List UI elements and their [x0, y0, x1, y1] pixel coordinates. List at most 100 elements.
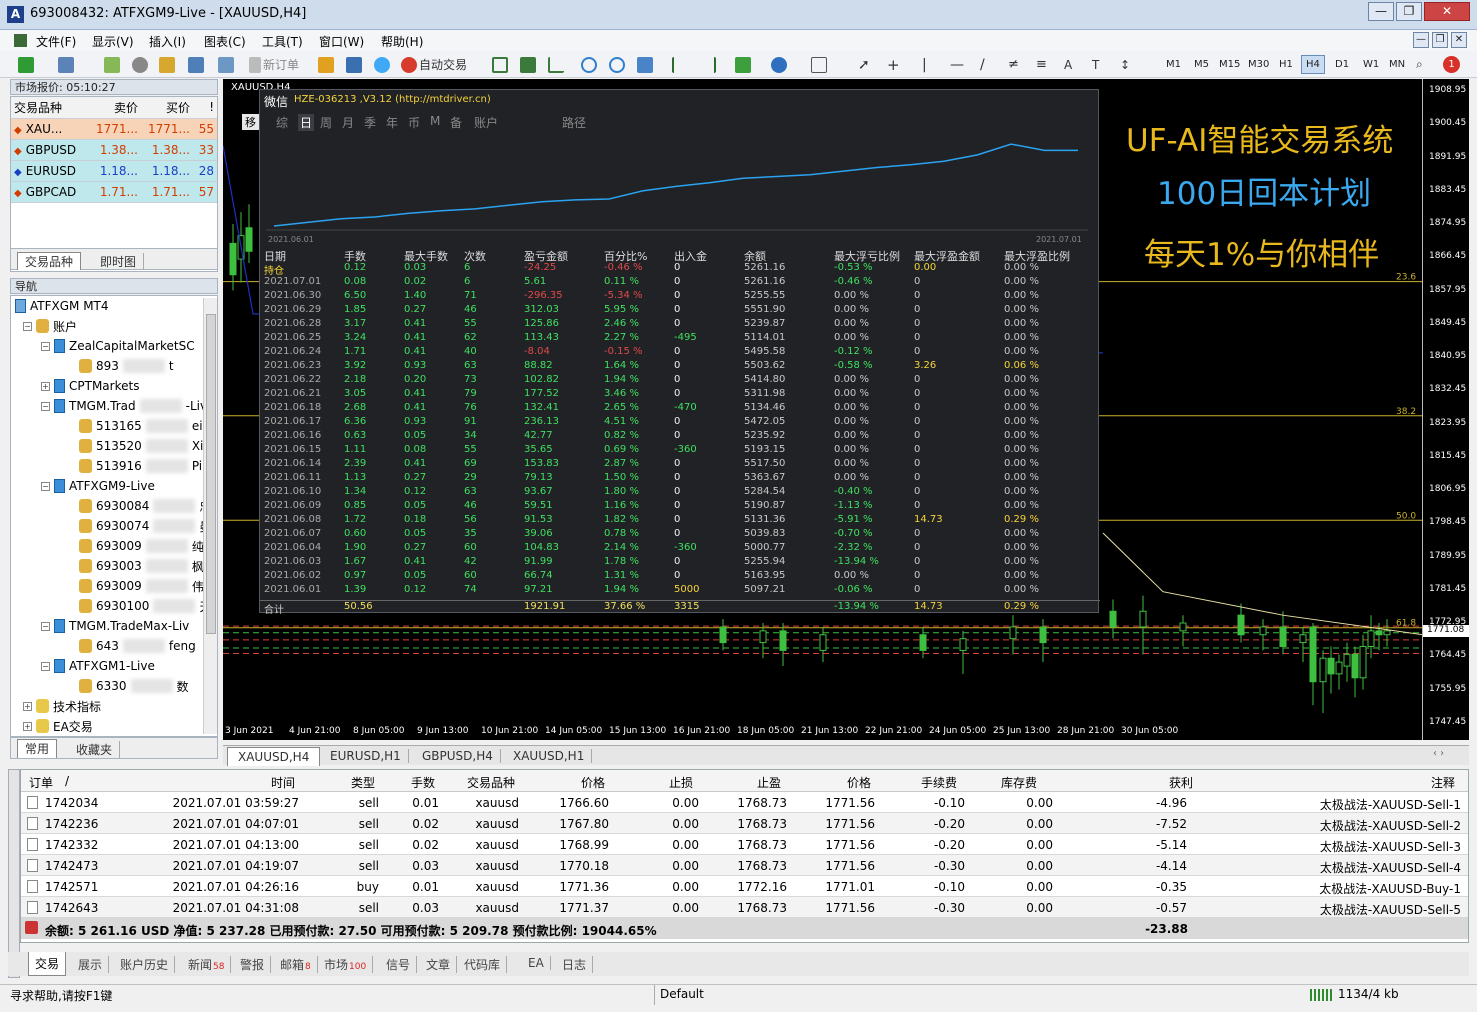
terminal-tab[interactable]: 交易 [28, 952, 67, 976]
timeframe-m15[interactable]: M15 [1219, 59, 1240, 70]
market-watch-icon[interactable] [104, 56, 120, 73]
menu-tools[interactable]: 工具(T) [262, 33, 303, 50]
nav-root[interactable]: ATFXGM MT4 [15, 296, 109, 316]
timeframe-mn[interactable]: MN [1389, 59, 1405, 70]
timeframe-d1[interactable]: D1 [1335, 59, 1349, 70]
col-symbol[interactable]: 交易品种 [11, 97, 93, 119]
terminal-tab[interactable]: 市场100 [318, 956, 374, 973]
cursor-icon[interactable]: ➚ [858, 56, 870, 73]
order-row[interactable]: 1742332 2021.07.01 04:13:00 sell 0.02 xauusd… [21, 834, 1468, 855]
nav-account[interactable]: 513916 Piu [79, 456, 210, 476]
market-watch-row[interactable]: ◆ GBPCAD 1.71... 1.71... 57 [11, 181, 217, 203]
report-window[interactable]: 微信 HZE-036213 ,V3.12 (http://mtdriver.cn… [242, 89, 1100, 616]
periods-icon[interactable] [771, 56, 787, 73]
zoom-in-icon[interactable] [581, 56, 597, 73]
auto-trade-button[interactable]: 自动交易 [401, 56, 467, 73]
terminal-col-header[interactable]: 类型 [351, 774, 375, 791]
order-row[interactable]: 1742034 2021.07.01 03:59:27 sell 0.01 xauusd… [21, 792, 1468, 813]
nav-accounts[interactable]: − 账户 [23, 316, 77, 336]
expand-icon[interactable]: + [41, 381, 50, 391]
report-tab[interactable]: 年 [386, 114, 398, 131]
terminal-tab[interactable]: 新闻58 [182, 956, 232, 973]
menu-charts[interactable]: 图表(C) [204, 33, 246, 50]
report-tab[interactable]: 账户 [474, 114, 498, 131]
metaeditor-icon[interactable] [318, 56, 334, 73]
chart-tab-gbpusd-h4[interactable]: GBPUSD,H4 [415, 749, 501, 763]
symbol-cell[interactable]: ◆ GBPCAD [11, 181, 93, 203]
terminal-tab[interactable]: 信号 [380, 956, 418, 973]
maximize-button[interactable]: ❐ [1396, 2, 1422, 21]
alert-badge[interactable]: 1 [1443, 56, 1460, 73]
terminal-col-header[interactable]: 交易品种 [467, 774, 515, 791]
terminal-col-header[interactable]: 止盈 [757, 774, 781, 791]
doc-restore-button[interactable]: ❐ [1432, 32, 1448, 48]
text-icon[interactable]: A [1064, 56, 1072, 73]
report-tab[interactable]: 季 [364, 114, 376, 131]
chart-tab-eurusd-h1[interactable]: EURUSD,H1 [323, 749, 409, 763]
report-tab[interactable]: 综 [276, 114, 288, 131]
terminal-tab[interactable]: 代码库 [458, 956, 508, 973]
signals-icon[interactable] [374, 56, 390, 73]
new-chart-icon[interactable] [18, 56, 34, 73]
channel-icon[interactable]: ≠ [1008, 56, 1019, 73]
expand-icon[interactable]: − [41, 621, 50, 631]
line-chart-icon[interactable] [548, 56, 564, 73]
menu-insert[interactable]: 插入(I) [149, 33, 186, 50]
templates-icon[interactable] [811, 56, 827, 73]
move-button[interactable]: 移 [242, 114, 259, 130]
terminal-tab[interactable]: 展示 [72, 956, 110, 973]
terminal-icon[interactable] [188, 56, 204, 73]
crosshair-icon[interactable]: + [887, 56, 900, 74]
nav-extra[interactable]: + 技术指标 [23, 696, 101, 716]
order-row[interactable]: 1742236 2021.07.01 04:07:01 sell 0.02 xauusd… [21, 813, 1468, 834]
terminal-col-header[interactable]: 手续费 [921, 774, 957, 791]
vertical-line-icon[interactable]: | [922, 56, 927, 73]
candlestick-icon[interactable] [520, 56, 536, 73]
timeframe-m5[interactable]: M5 [1194, 59, 1209, 70]
order-row[interactable]: 1742643 2021.07.01 04:31:08 sell 0.03 xauusd… [21, 897, 1468, 918]
order-row[interactable]: 1742571 2021.07.01 04:26:16 buy 0.01 xauusd 1… [21, 876, 1468, 897]
close-button[interactable]: ✕ [1424, 2, 1470, 21]
chart-shift-icon[interactable] [672, 56, 688, 73]
nav-server[interactable]: − ZealCapitalMarketSC [41, 336, 195, 356]
terminal-col-header[interactable]: 价格 [581, 774, 605, 791]
nav-server[interactable]: − ATFXGM9-Live [41, 476, 155, 496]
terminal-tab[interactable]: EA [522, 956, 551, 970]
menu-view[interactable]: 显示(V) [92, 33, 134, 50]
timeframe-w1[interactable]: W1 [1363, 59, 1379, 70]
tab-tick-chart[interactable]: 即时图 [93, 253, 145, 270]
symbol-cell[interactable]: ◆ GBPUSD [11, 139, 93, 161]
terminal-tab[interactable]: 邮箱8 [274, 956, 318, 973]
nav-account[interactable]: 6930084忠 [79, 496, 211, 516]
nav-server[interactable]: − TMGM.TradeMax-Liv [41, 616, 189, 636]
expand-icon[interactable]: + [23, 701, 32, 711]
col-bid[interactable]: 卖价 [93, 97, 141, 119]
menu-file[interactable]: 文件(F) [36, 33, 76, 50]
collapse-icon[interactable]: − [23, 321, 32, 331]
col-spread[interactable]: ! [192, 97, 217, 119]
nav-account[interactable]: 693009 纯 [79, 536, 204, 556]
report-tab[interactable]: 周 [320, 114, 332, 131]
expand-icon[interactable]: − [41, 481, 50, 491]
market-watch-row[interactable]: ◆ GBPUSD 1.38... 1.38... 33 [11, 139, 217, 161]
report-tab[interactable]: 币 [408, 114, 420, 131]
search-icon[interactable]: ⌕ [1416, 56, 1423, 73]
tab-favorites[interactable]: 收藏夹 [69, 741, 121, 758]
nav-account[interactable]: 693009 伟 [79, 576, 204, 596]
expand-icon[interactable]: + [23, 721, 32, 731]
nav-account[interactable]: 643 feng [79, 636, 196, 656]
terminal-col-header[interactable]: 手数 [411, 774, 435, 791]
trendline-icon[interactable]: / [980, 56, 985, 73]
timeframe-h4[interactable]: H4 [1301, 55, 1325, 74]
report-tab[interactable]: M [430, 114, 440, 128]
new-order-button[interactable]: 新订单 [249, 56, 299, 73]
expand-icon[interactable]: − [41, 341, 50, 351]
menu-help[interactable]: 帮助(H) [381, 33, 423, 50]
nav-account[interactable]: 513165 ei I [79, 416, 210, 436]
navigator-scrollbar[interactable] [203, 298, 217, 734]
report-tab[interactable]: 日 [298, 114, 315, 131]
nav-account[interactable]: 513520Xiar [79, 436, 216, 456]
profiles-icon[interactable] [58, 56, 74, 73]
terminal-col-header[interactable]: 价格 [847, 774, 871, 791]
data-window-icon[interactable] [132, 56, 148, 73]
